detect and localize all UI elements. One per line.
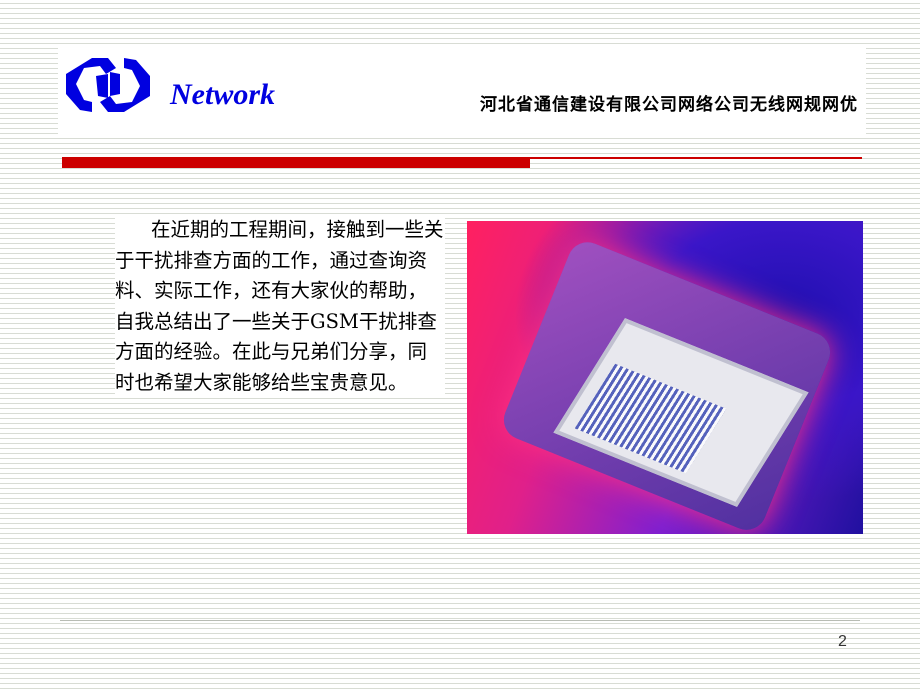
title-bar-thin: [530, 157, 862, 159]
intro-paragraph: 在近期的工程期间，接触到一些关于干扰排查方面的工作，通过查询资料、实际工作，还有…: [115, 215, 445, 398]
footer-divider: [60, 620, 860, 621]
title-bar-thick: [62, 157, 530, 168]
network-logo-icon: [66, 58, 150, 112]
page-number: 2: [838, 633, 847, 650]
company-name: 河北省通信建设有限公司网络公司无线网规网优: [480, 95, 858, 115]
brand-name: Network: [170, 78, 275, 111]
spectrum-analyzer-photo: [467, 221, 863, 534]
